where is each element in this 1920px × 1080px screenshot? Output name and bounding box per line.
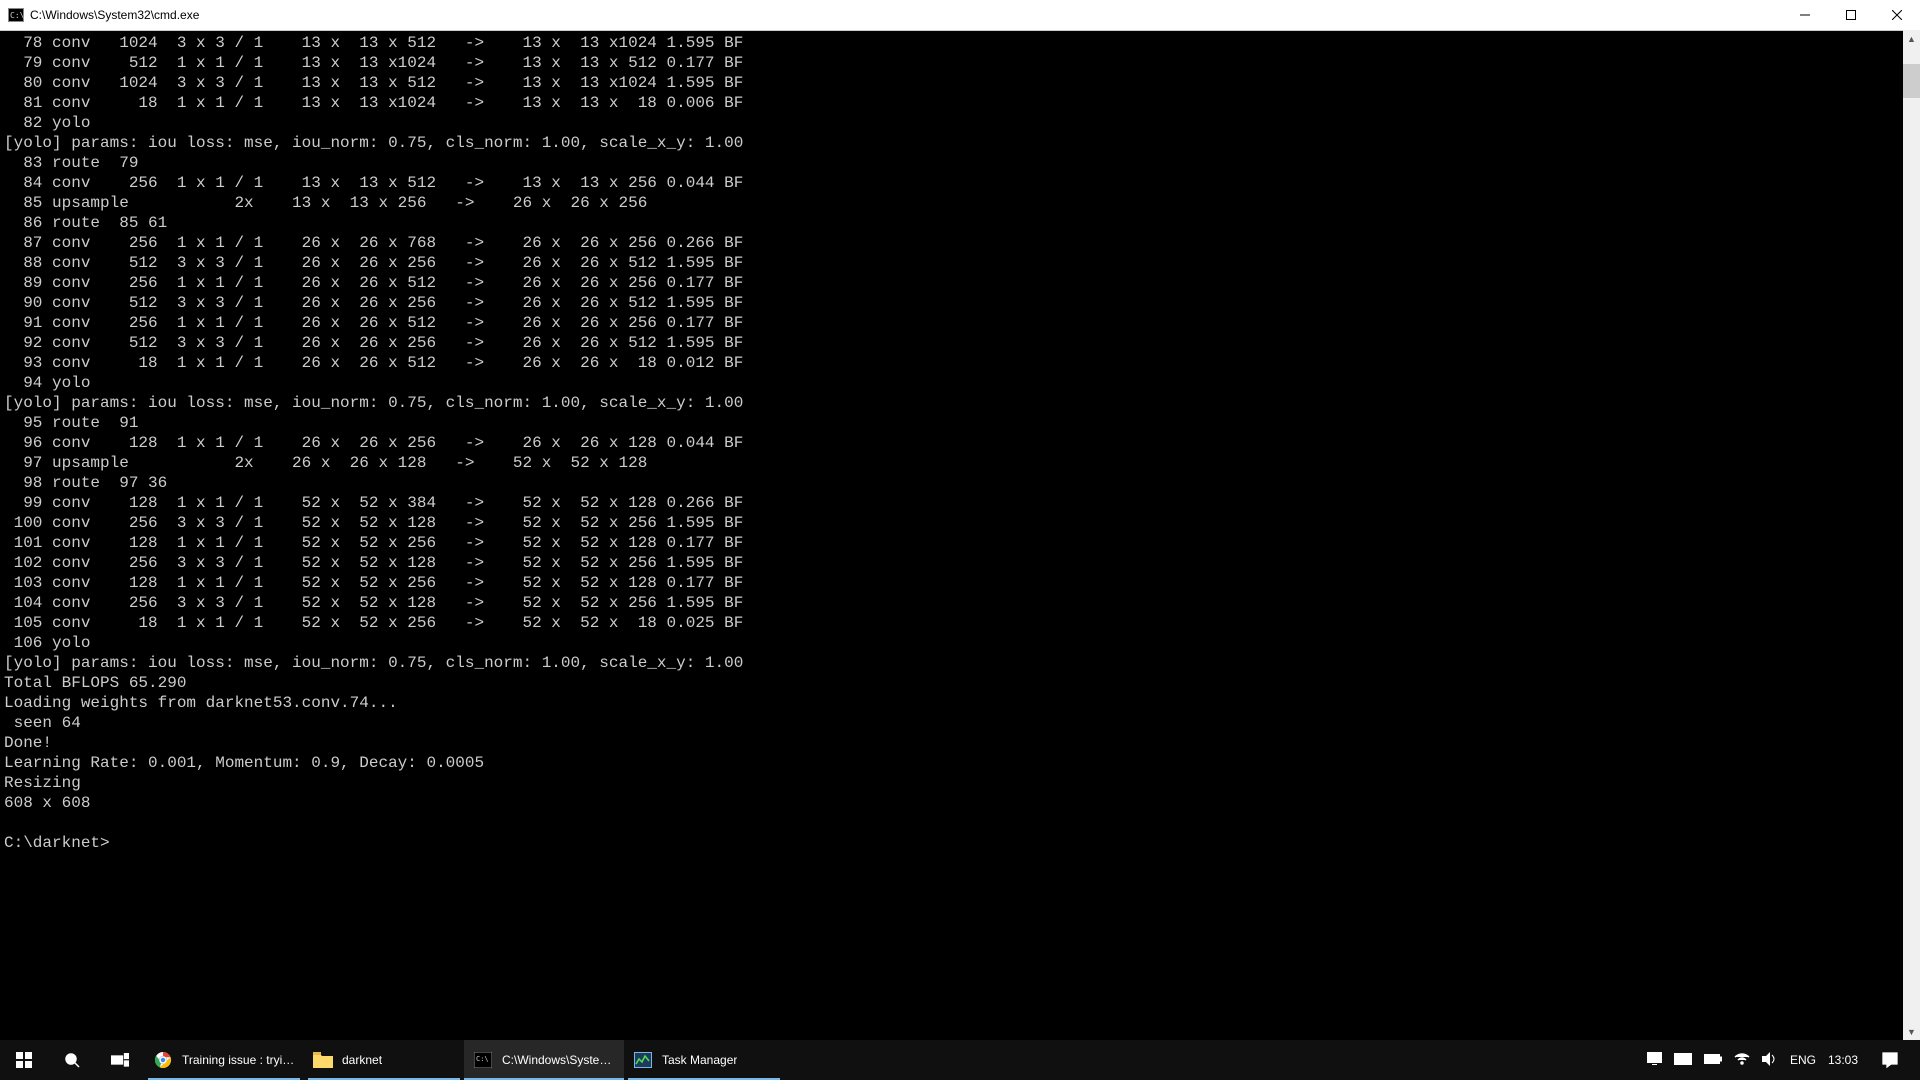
taskbar-app-label: C:\Windows\System3... <box>502 1053 616 1067</box>
scroll-thumb[interactable] <box>1903 64 1920 98</box>
task-view-button[interactable] <box>96 1040 144 1080</box>
folder-icon <box>312 1049 334 1071</box>
taskbar-app-1[interactable]: darknet <box>304 1040 464 1080</box>
maximize-button[interactable] <box>1828 0 1874 30</box>
taskbar: Training issue : trying t...darknetC:\C:… <box>0 1040 1920 1080</box>
taskbar-app-label: Training issue : trying t... <box>182 1053 296 1067</box>
scroll-down-arrow[interactable]: ▼ <box>1903 1023 1920 1040</box>
tray-icon[interactable] <box>1647 1052 1662 1068</box>
console-output[interactable]: 78 conv 1024 3 x 3 / 1 13 x 13 x 512 -> … <box>0 31 1920 1041</box>
battery-icon[interactable] <box>1704 1053 1722 1067</box>
taskmgr-icon <box>632 1049 654 1071</box>
language-indicator[interactable]: ENG <box>1790 1053 1816 1067</box>
cmd-icon: C:\ <box>8 8 24 22</box>
search-button[interactable] <box>48 1040 96 1080</box>
system-tray: ENG 13:03 <box>1637 1040 1920 1080</box>
clock[interactable]: 13:03 <box>1828 1053 1858 1067</box>
taskbar-app-0[interactable]: Training issue : trying t... <box>144 1040 304 1080</box>
wifi-icon[interactable] <box>1734 1053 1750 1068</box>
keyboard-osk-icon[interactable] <box>1674 1053 1692 1068</box>
window-title: C:\Windows\System32\cmd.exe <box>30 8 199 22</box>
minimize-button[interactable] <box>1782 0 1828 30</box>
taskbar-app-3[interactable]: Task Manager <box>624 1040 784 1080</box>
taskbar-app-label: Task Manager <box>662 1053 737 1067</box>
start-button[interactable] <box>0 1040 48 1080</box>
window-titlebar: C:\ C:\Windows\System32\cmd.exe <box>0 0 1920 31</box>
taskbar-app-2[interactable]: C:\ C:\Windows\System3... <box>464 1040 624 1080</box>
close-button[interactable] <box>1874 0 1920 30</box>
svg-text:C:\: C:\ <box>476 1055 489 1063</box>
action-center-icon[interactable] <box>1870 1040 1910 1080</box>
volume-icon[interactable] <box>1762 1052 1778 1069</box>
scroll-up-arrow[interactable]: ▲ <box>1903 30 1920 47</box>
taskbar-app-label: darknet <box>342 1053 382 1067</box>
scrollbar[interactable]: ▲ ▼ <box>1903 30 1920 1040</box>
chrome-icon <box>152 1049 174 1071</box>
cmd-icon: C:\ <box>472 1049 494 1071</box>
